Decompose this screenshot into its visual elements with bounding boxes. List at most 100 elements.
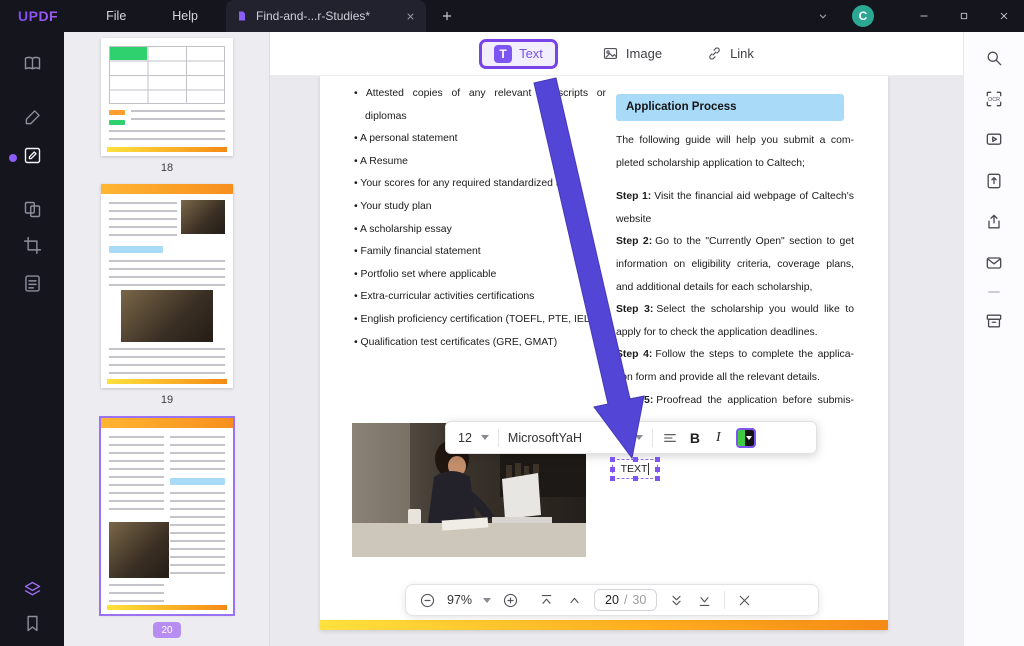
search-button[interactable] [979,45,1009,71]
list-item[interactable]: Attested copies of any relevant transcri… [354,83,606,128]
menu-help[interactable]: Help [172,9,198,23]
edit-icon [22,145,43,166]
last-page-icon[interactable] [696,592,713,609]
first-page-icon[interactable] [538,592,555,609]
step-paragraph[interactable]: Step 4:Follow the steps to complete the … [616,344,854,389]
list-item[interactable]: Your scores for any required standardize… [354,173,606,196]
list-item[interactable]: Portfolio set where applicable [354,264,606,287]
thumbnail-page-19[interactable] [101,184,233,388]
resize-handle[interactable] [633,457,638,462]
italic-button[interactable]: I [712,430,725,446]
list-item[interactable]: A scholarship essay [354,219,606,242]
step-paragraph[interactable]: Step 3:Select the scholarship you would … [616,299,854,344]
close-button[interactable] [984,0,1024,32]
ocr-button[interactable]: OCR [979,86,1009,112]
bold-button[interactable]: B [687,430,703,446]
text-lines-placeholder [109,202,177,242]
layers-button[interactable] [15,572,49,606]
pen-icon [22,107,43,128]
resize-handle[interactable] [610,467,615,472]
zoom-in-icon[interactable] [502,592,519,609]
right-toolbar: OCR [963,32,1024,646]
previous-page-icon[interactable] [566,592,583,609]
organize-pages-button[interactable] [15,192,49,226]
text-line: and additional details for each scholars… [616,277,854,300]
thumbnail-page-20-selected[interactable] [101,418,233,614]
chevron-down-icon[interactable] [481,435,489,440]
text-lines-placeholder [131,110,225,124]
text-line: Step 4:Follow the steps to complete the … [616,344,854,367]
edit-pdf-button[interactable] [15,138,49,172]
new-text-box[interactable]: TEXT [612,459,658,479]
text-line: Step 2:Go to the "Currently Open" sectio… [616,231,854,254]
resize-handle[interactable] [610,457,615,462]
text-line: tion form and provide all the relevant d… [616,367,854,390]
thumbnail-label-19: 19 [64,394,270,406]
chevron-down-icon[interactable] [483,598,491,603]
page-number-box[interactable]: 20 / 30 [594,589,657,611]
resize-handle[interactable] [655,457,660,462]
slideshow-button[interactable] [979,127,1009,153]
titlebar: UPDF File Help Find-and-...r-Studies* C [0,0,1024,32]
thumb-footer-bar [107,379,227,384]
new-tab-icon[interactable] [440,9,454,23]
list-item[interactable]: A Resume [354,151,606,174]
share-button[interactable] [979,209,1009,235]
list-item[interactable]: Extra-curricular activities certificatio… [354,286,606,309]
pdf-page: Attested copies of any relevant transcri… [320,76,888,630]
text-lines-placeholder [109,584,164,602]
user-avatar[interactable]: C [852,5,874,27]
pages-icon [22,199,43,220]
updf-window: UPDF File Help Find-and-...r-Studies* C [0,0,1024,646]
reader-mode-button[interactable] [15,46,49,80]
thumbnail-label-18: 18 [64,162,270,174]
document-tab[interactable]: Find-and-...r-Studies* [226,0,426,32]
text-tool-button[interactable]: T Text [479,39,558,69]
thumbnail-page-18[interactable] [101,38,233,156]
chevron-down-icon[interactable] [816,9,830,23]
intro-paragraph[interactable]: The following guide will help you submit… [616,130,854,175]
thumb-photo-placeholder [109,522,169,578]
minimize-button[interactable] [904,0,944,32]
font-color-picker[interactable] [736,428,756,448]
chevron-down-icon[interactable] [635,435,643,440]
link-tool-label: Link [730,46,754,61]
next-page-icon[interactable] [668,592,685,609]
tab-close-icon[interactable] [405,11,416,22]
font-family-value[interactable]: MicrosoftYaH [508,431,626,445]
list-item[interactable]: Family financial statement [354,241,606,264]
font-size-value[interactable]: 12 [458,431,472,445]
step-paragraph[interactable]: Step 1:Visit the financial aid webpage o… [616,186,854,231]
resize-handle[interactable] [655,467,660,472]
email-button[interactable] [979,250,1009,276]
list-item[interactable]: Your study plan [354,196,606,219]
image-tool-button[interactable]: Image [602,45,662,62]
titlebar-right: C [816,0,1024,32]
export-button[interactable] [979,168,1009,194]
list-item[interactable]: English proficiency certification (TOEFL… [354,309,606,332]
step-paragraph[interactable]: Step 2:Go to the "Currently Open" sectio… [616,231,854,299]
section-header[interactable]: Application Process [616,94,844,121]
maximize-button[interactable] [944,0,984,32]
zoom-level[interactable]: 97% [447,593,472,607]
crop-button[interactable] [15,228,49,262]
text-lines-placeholder [109,436,164,516]
step-paragraph[interactable]: Step 5:Proofread the application before … [616,390,854,413]
menu-file[interactable]: File [106,9,126,23]
align-icon[interactable] [662,430,678,446]
snapshot-button[interactable] [979,308,1009,334]
resize-handle[interactable] [655,476,660,481]
thumb-blue-heading [170,478,225,485]
link-tool-button[interactable]: Link [706,45,754,62]
list-item[interactable]: A personal statement [354,128,606,151]
bookmark-button[interactable] [15,606,49,640]
current-page-badge: 20 [153,622,181,638]
resize-handle[interactable] [610,476,615,481]
zoom-out-icon[interactable] [419,592,436,609]
resize-handle[interactable] [633,476,638,481]
close-bar-icon[interactable] [736,592,753,609]
list-item[interactable]: Qualification test certificates (GRE, GM… [354,332,606,355]
page-navigation-bar: 97% 20 / 30 [405,584,819,616]
forms-button[interactable] [15,266,49,300]
comment-button[interactable] [15,100,49,134]
